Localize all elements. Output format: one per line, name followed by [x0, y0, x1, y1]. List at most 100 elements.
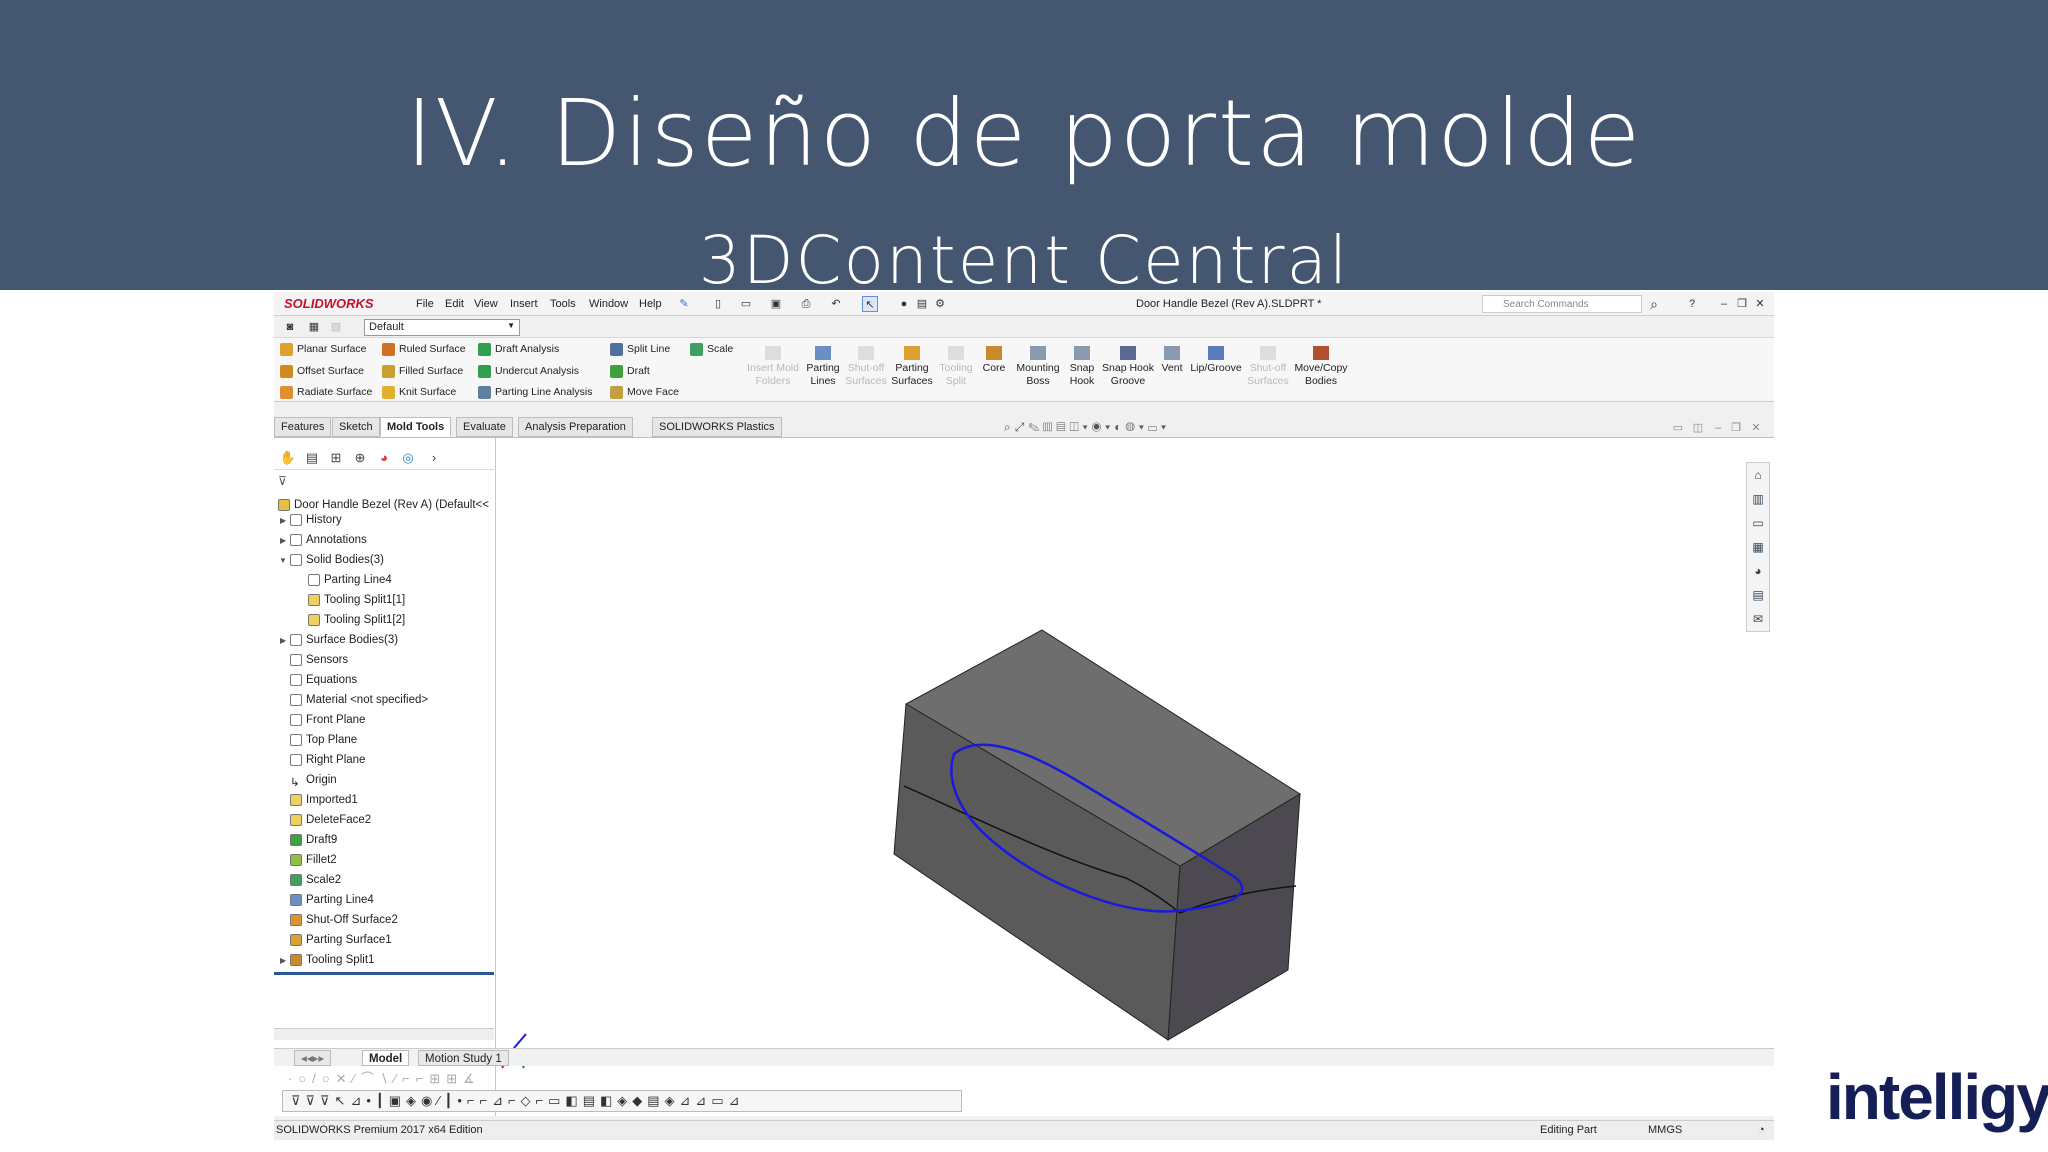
- configuration-select[interactable]: Default ▼: [364, 319, 520, 336]
- parting-surfaces-button[interactable]: Parting Surfaces: [890, 346, 934, 388]
- help-icon[interactable]: ?: [1684, 296, 1700, 312]
- tree-item-sensors[interactable]: Sensors: [290, 651, 348, 669]
- shut-off-surfaces-2-button[interactable]: Shut-off Surfaces: [1246, 346, 1290, 388]
- model-view[interactable]: [496, 438, 1774, 1116]
- appearances-icon[interactable]: ◕: [1747, 559, 1769, 583]
- filled-surface-button[interactable]: Filled Surface: [382, 362, 463, 380]
- tree-item-material[interactable]: Material <not specified>: [290, 691, 428, 709]
- expand-arrow-icon[interactable]: ▶: [280, 636, 286, 645]
- expand-arrow-icon[interactable]: ▶: [280, 516, 286, 525]
- offset-surface-button[interactable]: Offset Surface: [280, 362, 364, 380]
- cam-manager-icon[interactable]: ◎: [398, 450, 418, 468]
- tree-item-parting-surface1[interactable]: Parting Surface1: [290, 931, 392, 949]
- split-line-button[interactable]: Split Line: [610, 340, 670, 358]
- copy-icon[interactable]: ▧: [328, 319, 344, 335]
- tree-item-top-plane[interactable]: Top Plane: [290, 731, 357, 749]
- draft-button[interactable]: Draft: [610, 362, 650, 380]
- tree-item-scale2[interactable]: Scale2: [290, 871, 341, 889]
- viewport-minimize-icon[interactable]: –: [1710, 420, 1726, 436]
- tree-item-tooling-split1[interactable]: Tooling Split1: [290, 951, 374, 969]
- menu-insert[interactable]: Insert: [510, 298, 538, 310]
- parting-lines-button[interactable]: Parting Lines: [804, 346, 842, 388]
- planar-surface-button[interactable]: Planar Surface: [280, 340, 366, 358]
- file-explorer-icon[interactable]: ▦: [1747, 535, 1769, 559]
- tree-item-annotations[interactable]: Annotations: [290, 531, 367, 549]
- mounting-boss-button[interactable]: Mounting Boss: [1012, 346, 1064, 388]
- selection-filter-toolbar[interactable]: ⊽⊽⊽↖⊿•┃▣◈◉⁄┃•⌐⌐⊿⌐◇⌐▭◧▤◧◈◆▤◈⊿⊿▭⊿: [282, 1090, 962, 1112]
- pin-icon[interactable]: ✎: [676, 296, 692, 312]
- tree-item-front-plane[interactable]: Front Plane: [290, 711, 365, 729]
- display-manager-icon[interactable]: ◕: [374, 450, 394, 468]
- tab-analysis-preparation[interactable]: Analysis Preparation: [518, 417, 633, 437]
- tree-item-fillet2[interactable]: Fillet2: [290, 851, 337, 869]
- tree-item-deleteface2[interactable]: DeleteFace2: [290, 811, 371, 829]
- solidworks-logo[interactable]: SOLIDWORKS: [284, 296, 374, 311]
- resources-icon[interactable]: ▥: [1747, 487, 1769, 511]
- tab-features[interactable]: Features: [274, 417, 332, 437]
- tooling-split-button[interactable]: Tooling Split: [936, 346, 976, 388]
- tree-item-solid-bodies[interactable]: Solid Bodies(3): [290, 551, 384, 569]
- tree-item-tooling-split1-2[interactable]: Tooling Split1[2]: [308, 611, 405, 629]
- design-library-icon[interactable]: ▭: [1747, 511, 1769, 535]
- property-manager-icon[interactable]: ▤: [302, 450, 322, 468]
- filter-icon[interactable]: ⊽: [278, 474, 287, 488]
- search-commands-input[interactable]: Search Commands: [1482, 295, 1642, 313]
- snap-hook-groove-button[interactable]: Snap Hook Groove: [1100, 346, 1156, 388]
- menu-edit[interactable]: Edit: [445, 298, 464, 310]
- tab-solidworks-plastics[interactable]: SOLIDWORKS Plastics: [652, 417, 782, 437]
- tree-item-equations[interactable]: Equations: [290, 671, 357, 689]
- shut-off-surfaces-button[interactable]: Shut-off Surfaces: [844, 346, 888, 388]
- tree-item-draft9[interactable]: Draft9: [290, 831, 337, 849]
- scale-button[interactable]: Scale: [690, 340, 733, 358]
- graphics-area[interactable]: [496, 438, 1774, 1116]
- tree-item-tooling-split1-1[interactable]: Tooling Split1[1]: [308, 591, 405, 609]
- expand-arrow-icon[interactable]: ▶: [280, 536, 286, 545]
- minimize-icon[interactable]: –: [1716, 296, 1732, 312]
- viewport-split-icon[interactable]: ◫: [1690, 420, 1706, 436]
- file-properties-icon[interactable]: ▤: [914, 296, 930, 312]
- tree-item-origin[interactable]: ↳ Origin: [290, 771, 337, 789]
- menu-help[interactable]: Help: [639, 298, 662, 310]
- undercut-analysis-button[interactable]: Undercut Analysis: [478, 362, 579, 380]
- tree-item-history[interactable]: History: [290, 511, 342, 529]
- tree-item-right-plane[interactable]: Right Plane: [290, 751, 365, 769]
- draft-analysis-button[interactable]: Draft Analysis: [478, 340, 559, 358]
- feature-manager-icon[interactable]: ✋: [278, 450, 298, 468]
- print-icon[interactable]: ⎙: [798, 296, 814, 312]
- heads-up-view-toolbar[interactable]: ⌕⤢✎▥▤◫▾◉▾◐◍▾▭▾: [1004, 420, 1170, 435]
- custom-properties-icon[interactable]: ▤: [1747, 583, 1769, 607]
- menu-view[interactable]: View: [474, 298, 498, 310]
- tab-motion-study-1[interactable]: Motion Study 1: [418, 1050, 509, 1066]
- snap-hook-button[interactable]: Snap Hook: [1066, 346, 1098, 388]
- home-icon[interactable]: ⌂: [1747, 463, 1769, 487]
- viewport-restore-icon[interactable]: ❐: [1728, 420, 1744, 436]
- undo-icon[interactable]: ↶: [828, 296, 844, 312]
- core-button[interactable]: Core: [978, 346, 1010, 375]
- tab-navigation-arrows[interactable]: ◂◂▸▸: [294, 1050, 332, 1066]
- tree-item-surface-bodies[interactable]: Surface Bodies(3): [290, 631, 398, 649]
- move-copy-bodies-button[interactable]: Move/Copy Bodies: [1292, 346, 1350, 388]
- rollback-bar[interactable]: [274, 972, 494, 975]
- expand-arrow-icon[interactable]: ▶: [280, 956, 286, 965]
- tree-item-imported1[interactable]: Imported1: [290, 791, 358, 809]
- display-icon[interactable]: ▦: [306, 319, 322, 335]
- new-document-icon[interactable]: ▯: [710, 296, 726, 312]
- search-icon[interactable]: ⌕: [1646, 296, 1662, 312]
- menu-tools[interactable]: Tools: [550, 298, 576, 310]
- tab-model[interactable]: Model: [362, 1050, 410, 1066]
- select-icon[interactable]: ↖: [862, 296, 878, 312]
- open-icon[interactable]: ▭: [738, 296, 754, 312]
- tab-mold-tools[interactable]: Mold Tools: [380, 417, 452, 437]
- vent-button[interactable]: Vent: [1158, 346, 1186, 375]
- options-icon[interactable]: ⚙: [932, 296, 948, 312]
- horizontal-scrollbar[interactable]: [274, 1028, 494, 1040]
- tree-item-parting-line4-body[interactable]: Parting Line4: [308, 571, 392, 589]
- ruled-surface-button[interactable]: Ruled Surface: [382, 340, 466, 358]
- menu-file[interactable]: File: [416, 298, 434, 310]
- tree-item-parting-line4[interactable]: Parting Line4: [290, 891, 374, 909]
- collapse-arrow-icon[interactable]: ▼: [279, 556, 287, 565]
- insert-mold-folders-button[interactable]: Insert Mold Folders: [746, 346, 800, 388]
- configuration-manager-icon[interactable]: ⊞: [326, 450, 346, 468]
- lip-groove-button[interactable]: Lip/Groove: [1188, 346, 1244, 375]
- dimxpert-manager-icon[interactable]: ⊕: [350, 450, 370, 468]
